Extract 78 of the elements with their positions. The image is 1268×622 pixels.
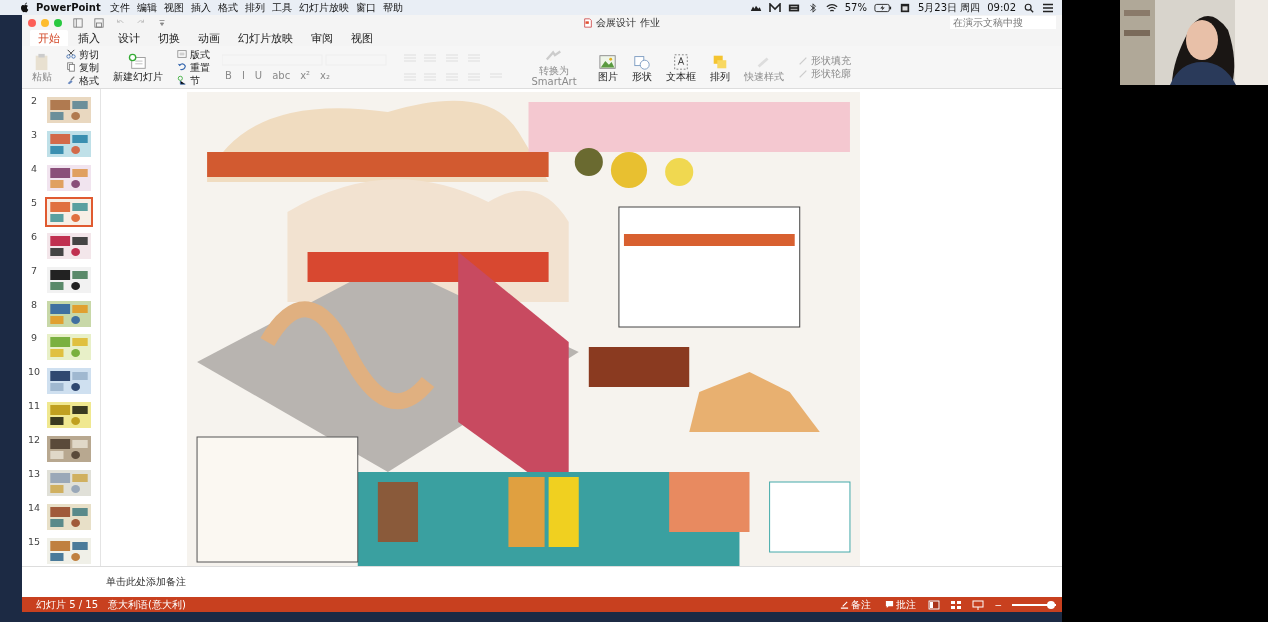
- save-icon[interactable]: [94, 17, 104, 28]
- menu-item[interactable]: 插入: [190, 0, 211, 15]
- menu-item[interactable]: 编辑: [136, 0, 157, 15]
- layout-icon: [177, 49, 187, 59]
- customize-icon[interactable]: [157, 17, 167, 28]
- text-box-icon: [671, 52, 691, 71]
- search-field[interactable]: 在演示文稿中搜: [950, 16, 1056, 29]
- apple-icon[interactable]: [20, 2, 29, 13]
- clock[interactable]: 09:02: [987, 2, 1016, 13]
- ribbon-tab[interactable]: 设计: [110, 30, 148, 46]
- keyboard-icon[interactable]: [787, 2, 800, 13]
- slide-number: 4: [29, 162, 38, 174]
- slide-number: 8: [29, 298, 38, 310]
- slide-counter: 幻灯片 5 / 15: [36, 597, 98, 612]
- grid-view-icon[interactable]: [950, 599, 963, 610]
- slide-number: 14: [27, 502, 41, 514]
- list-icon[interactable]: [1042, 2, 1054, 13]
- picture-icon: [598, 52, 618, 71]
- wifi-icon[interactable]: [825, 2, 838, 13]
- new-slide-icon: [128, 52, 148, 71]
- zoom-slider[interactable]: [1012, 603, 1056, 606]
- pen-icon: [798, 68, 808, 79]
- battery-percent: 57%: [844, 2, 867, 13]
- slide-number: 15: [27, 536, 41, 547]
- language-label[interactable]: 意大利语(意大利): [108, 597, 186, 612]
- reset-icon: [177, 62, 187, 72]
- slide-number: 5: [29, 196, 38, 208]
- ribbon-tab[interactable]: 切换: [150, 30, 188, 46]
- comments-button[interactable]: 批注: [883, 598, 919, 611]
- menu-item[interactable]: 帮助: [382, 0, 403, 15]
- menu-item[interactable]: 窗口: [355, 0, 376, 15]
- battery-icon[interactable]: [873, 2, 892, 13]
- copy-icon: [66, 62, 76, 72]
- ribbon-button[interactable]: 重置: [175, 61, 212, 73]
- brush-icon: [66, 75, 76, 85]
- ribbon-button[interactable]: 剪切: [64, 48, 101, 60]
- calendar-icon[interactable]: [898, 2, 911, 13]
- search-icon[interactable]: [1023, 2, 1035, 13]
- speech-bubble-icon: [885, 600, 895, 609]
- close-button[interactable]: [28, 18, 36, 27]
- pen-icon: [840, 600, 850, 609]
- app-name[interactable]: PowerPoint: [36, 2, 101, 13]
- ribbon-tab[interactable]: 开始: [30, 30, 68, 46]
- ribbon-tab[interactable]: 插入: [70, 30, 108, 46]
- presenter-icon[interactable]: [972, 599, 985, 610]
- window-title: 会展设计 作业: [596, 15, 660, 30]
- ribbon-button[interactable]: 格式: [64, 74, 101, 86]
- slide-number: 7: [29, 264, 38, 276]
- menu-item[interactable]: 文件: [109, 0, 130, 15]
- ribbon-tab[interactable]: 审阅: [303, 30, 341, 46]
- slide-number: 11: [27, 400, 41, 412]
- zoom-thumb[interactable]: [1046, 600, 1055, 609]
- menu-item[interactable]: 视图: [163, 0, 184, 15]
- slide-number: 12: [27, 434, 41, 446]
- menu-item[interactable]: 排列: [244, 0, 265, 15]
- scissors-icon: [66, 49, 76, 59]
- date[interactable]: 5月23日 周四: [917, 0, 981, 15]
- slide-thumbnail[interactable]: [45, 196, 93, 227]
- slide-number: 3: [29, 128, 38, 140]
- section-icon: [177, 75, 187, 85]
- notes-button[interactable]: 备注: [838, 598, 874, 611]
- zoom-out-button[interactable]: −: [994, 599, 1002, 610]
- ribbon-tab[interactable]: 幻灯片放映: [230, 30, 301, 46]
- ribbon-button[interactable]: 版式: [175, 48, 212, 60]
- ribbon-button[interactable]: 复制: [64, 61, 101, 73]
- ribbon-tab[interactable]: 动画: [190, 30, 228, 46]
- slide-number: 10: [27, 366, 41, 378]
- ribbon-tab[interactable]: 视图: [343, 30, 381, 46]
- slide-number: 13: [27, 468, 41, 480]
- slide-number: 2: [29, 95, 38, 106]
- normal-view-icon[interactable]: [928, 599, 941, 610]
- slide-number: 6: [29, 230, 38, 242]
- notes-placeholder[interactable]: 单击此处添加备注: [106, 575, 186, 589]
- menu-item[interactable]: 格式: [217, 0, 238, 15]
- menu-item[interactable]: 幻灯片放映: [298, 0, 349, 15]
- letter-icon[interactable]: [768, 2, 781, 13]
- menu-item[interactable]: 工具: [271, 0, 292, 15]
- slide-number: 9: [29, 332, 38, 344]
